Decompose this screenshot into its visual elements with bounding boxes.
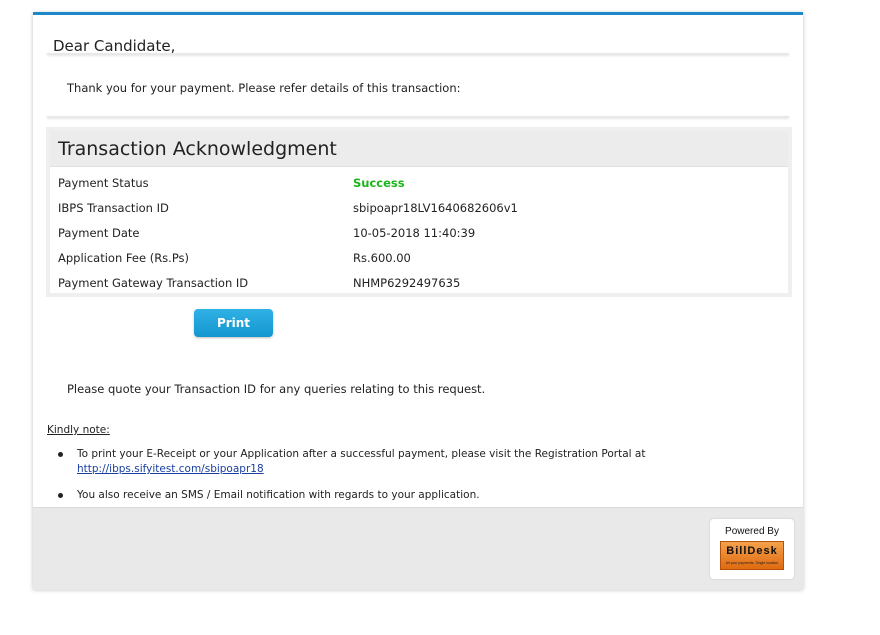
- status-value: Success: [353, 176, 405, 190]
- divider: [47, 116, 789, 118]
- billdesk-badge: Powered By BillDesk All your payments. S…: [710, 519, 794, 579]
- row-value: NHMP6292497635: [353, 276, 461, 290]
- thank-you-message: Thank you for your payment. Please refer…: [67, 81, 461, 95]
- row-value: sbipoapr18LV1640682606v1: [353, 201, 518, 215]
- kindly-note-heading: Kindly note:: [47, 424, 110, 436]
- powered-by-label: Powered By: [725, 526, 779, 537]
- registration-portal-link[interactable]: http://ibps.sifyitest.com/sbipoapr18: [77, 463, 264, 475]
- print-button[interactable]: Print: [194, 309, 273, 337]
- row-label: Application Fee (Rs.Ps): [58, 251, 190, 265]
- transaction-acknowledgment-panel: Transaction Acknowledgment Payment Statu…: [46, 127, 792, 297]
- bullet-icon: [58, 493, 63, 498]
- quote-transaction-id-message: Please quote your Transaction ID for any…: [67, 382, 486, 396]
- footer: Powered By BillDesk All your payments. S…: [33, 507, 803, 590]
- payment-acknowledgment-card: Dear Candidate, Thank you for your payme…: [33, 12, 803, 590]
- bullet-icon: [58, 452, 63, 457]
- divider: [47, 53, 789, 55]
- billdesk-logo-text: BillDesk: [726, 545, 778, 557]
- acknowledgment-title: Transaction Acknowledgment: [50, 131, 788, 167]
- row-label: Payment Date: [58, 226, 140, 240]
- row-value: Rs.600.00: [353, 251, 411, 265]
- billdesk-tagline: All your payments. Single location: [725, 561, 779, 565]
- row-label: Payment Gateway Transaction ID: [58, 276, 249, 290]
- row-value: 10-05-2018 11:40:39: [353, 226, 476, 240]
- note-text: To print your E-Receipt or your Applicat…: [77, 448, 646, 460]
- row-label: IBPS Transaction ID: [58, 201, 169, 215]
- billdesk-logo: BillDesk All your payments. Single locat…: [720, 541, 784, 570]
- note-text: You also receive an SMS / Email notifica…: [77, 489, 480, 501]
- row-label: Payment Status: [58, 176, 149, 190]
